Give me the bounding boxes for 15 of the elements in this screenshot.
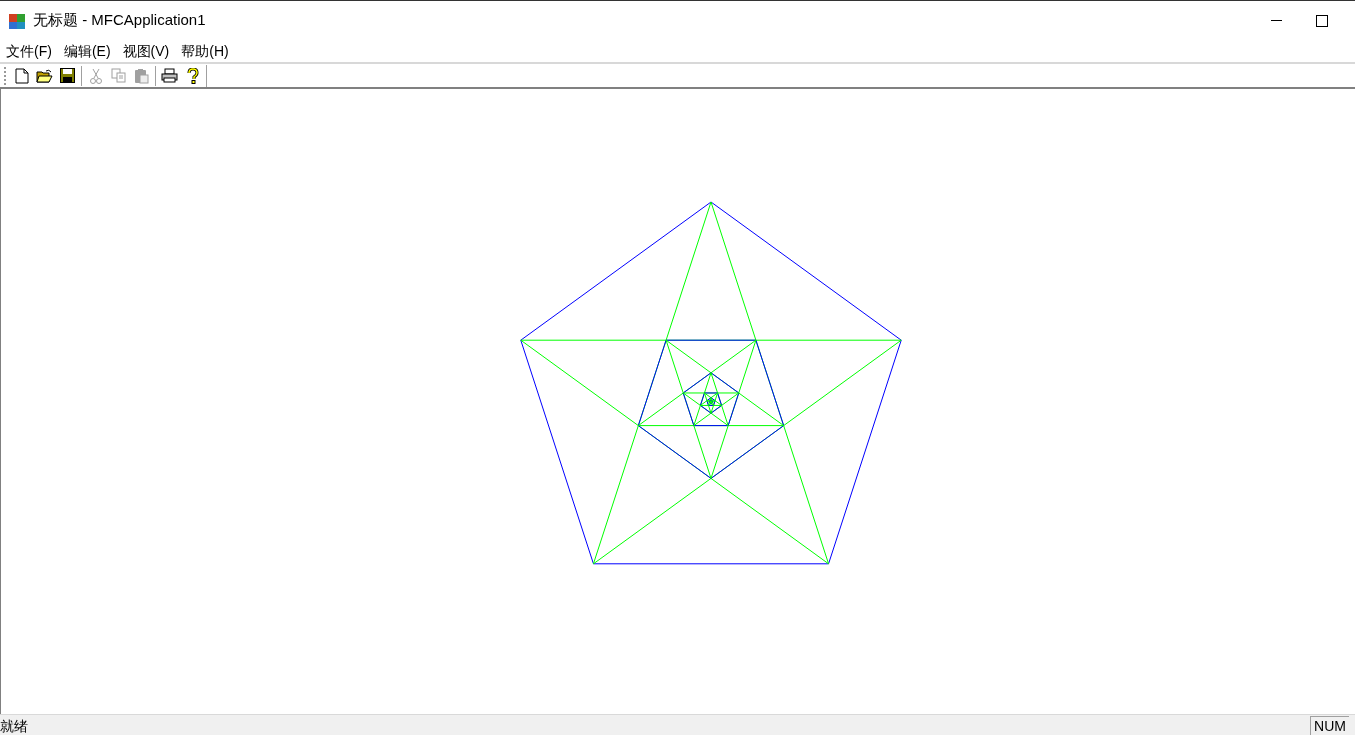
status-message: 就绪 — [0, 717, 29, 735]
window-title: 无标题 - MFCApplication1 — [33, 10, 206, 31]
copy-icon — [110, 68, 127, 83]
menu-item[interactable]: 视图(V) — [118, 41, 174, 61]
menu-item[interactable]: 帮助(H) — [177, 41, 233, 61]
status-indicator: NUM — [1310, 716, 1349, 735]
new-document-icon — [14, 67, 29, 84]
scissors-icon — [89, 67, 102, 84]
printer-icon — [161, 68, 178, 83]
clipboard-icon — [134, 67, 149, 84]
app-cubes-icon — [8, 11, 26, 30]
folder-icon — [36, 68, 53, 83]
menu-item[interactable]: 文件(F) — [2, 41, 56, 61]
question-mark-icon — [186, 67, 199, 84]
menu-item[interactable]: 编辑(E) — [59, 41, 115, 61]
